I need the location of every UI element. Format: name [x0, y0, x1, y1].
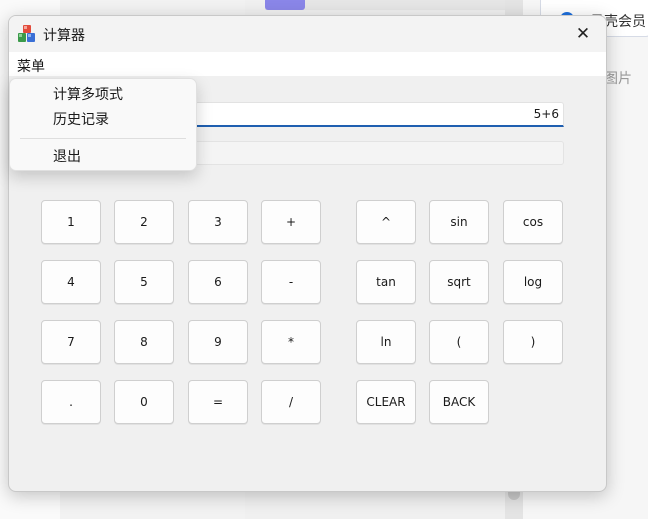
close-icon: ✕ [575, 24, 591, 44]
sqrt-button[interactable]: sqrt [429, 260, 489, 304]
digit-4-button[interactable]: 4 [41, 260, 101, 304]
digit-6-button[interactable]: 6 [188, 260, 248, 304]
digit-1-button[interactable]: 1 [41, 200, 101, 244]
digit-9-button[interactable]: 9 [188, 320, 248, 364]
expression-input[interactable]: 5+6 [195, 102, 564, 127]
menu-separator [20, 138, 186, 139]
backspace-button[interactable]: BACK [429, 380, 489, 424]
menu-root-item[interactable]: 菜单 [17, 56, 45, 76]
right-paren-button[interactable]: ) [503, 320, 563, 364]
background-active-tab[interactable] [265, 0, 305, 10]
digit-8-button[interactable]: 8 [114, 320, 174, 364]
log-button[interactable]: log [503, 260, 563, 304]
ln-button[interactable]: ln [356, 320, 416, 364]
result-display [195, 141, 564, 165]
digit-2-button[interactable]: 2 [114, 200, 174, 244]
title-bar[interactable]: 计算器 ✕ [9, 16, 606, 52]
left-paren-button[interactable]: ( [429, 320, 489, 364]
menu-bar: 菜单 [9, 52, 606, 76]
menu-dropdown: 计算多项式 历史记录 退出 [9, 78, 197, 171]
menu-item-polynomial[interactable]: 计算多项式 [10, 83, 196, 107]
menu-item-history[interactable]: 历史记录 [10, 108, 196, 132]
power-button[interactable]: ^ [356, 200, 416, 244]
calculator-blocks-icon [18, 25, 35, 42]
digit-0-button[interactable]: 0 [114, 380, 174, 424]
background-image-label: 图片 [604, 71, 632, 87]
minus-button[interactable]: - [261, 260, 321, 304]
clear-button[interactable]: CLEAR [356, 380, 416, 424]
sin-button[interactable]: sin [429, 200, 489, 244]
decimal-point-button[interactable]: . [41, 380, 101, 424]
digit-5-button[interactable]: 5 [114, 260, 174, 304]
close-button[interactable]: ✕ [560, 16, 606, 52]
menu-item-exit[interactable]: 退出 [10, 145, 196, 169]
tan-button[interactable]: tan [356, 260, 416, 304]
digit-3-button[interactable]: 3 [188, 200, 248, 244]
equals-button[interactable]: = [188, 380, 248, 424]
divide-button[interactable]: / [261, 380, 321, 424]
window-title: 计算器 [43, 28, 85, 44]
multiply-button[interactable]: * [261, 320, 321, 364]
plus-button[interactable]: + [261, 200, 321, 244]
cos-button[interactable]: cos [503, 200, 563, 244]
digit-7-button[interactable]: 7 [41, 320, 101, 364]
